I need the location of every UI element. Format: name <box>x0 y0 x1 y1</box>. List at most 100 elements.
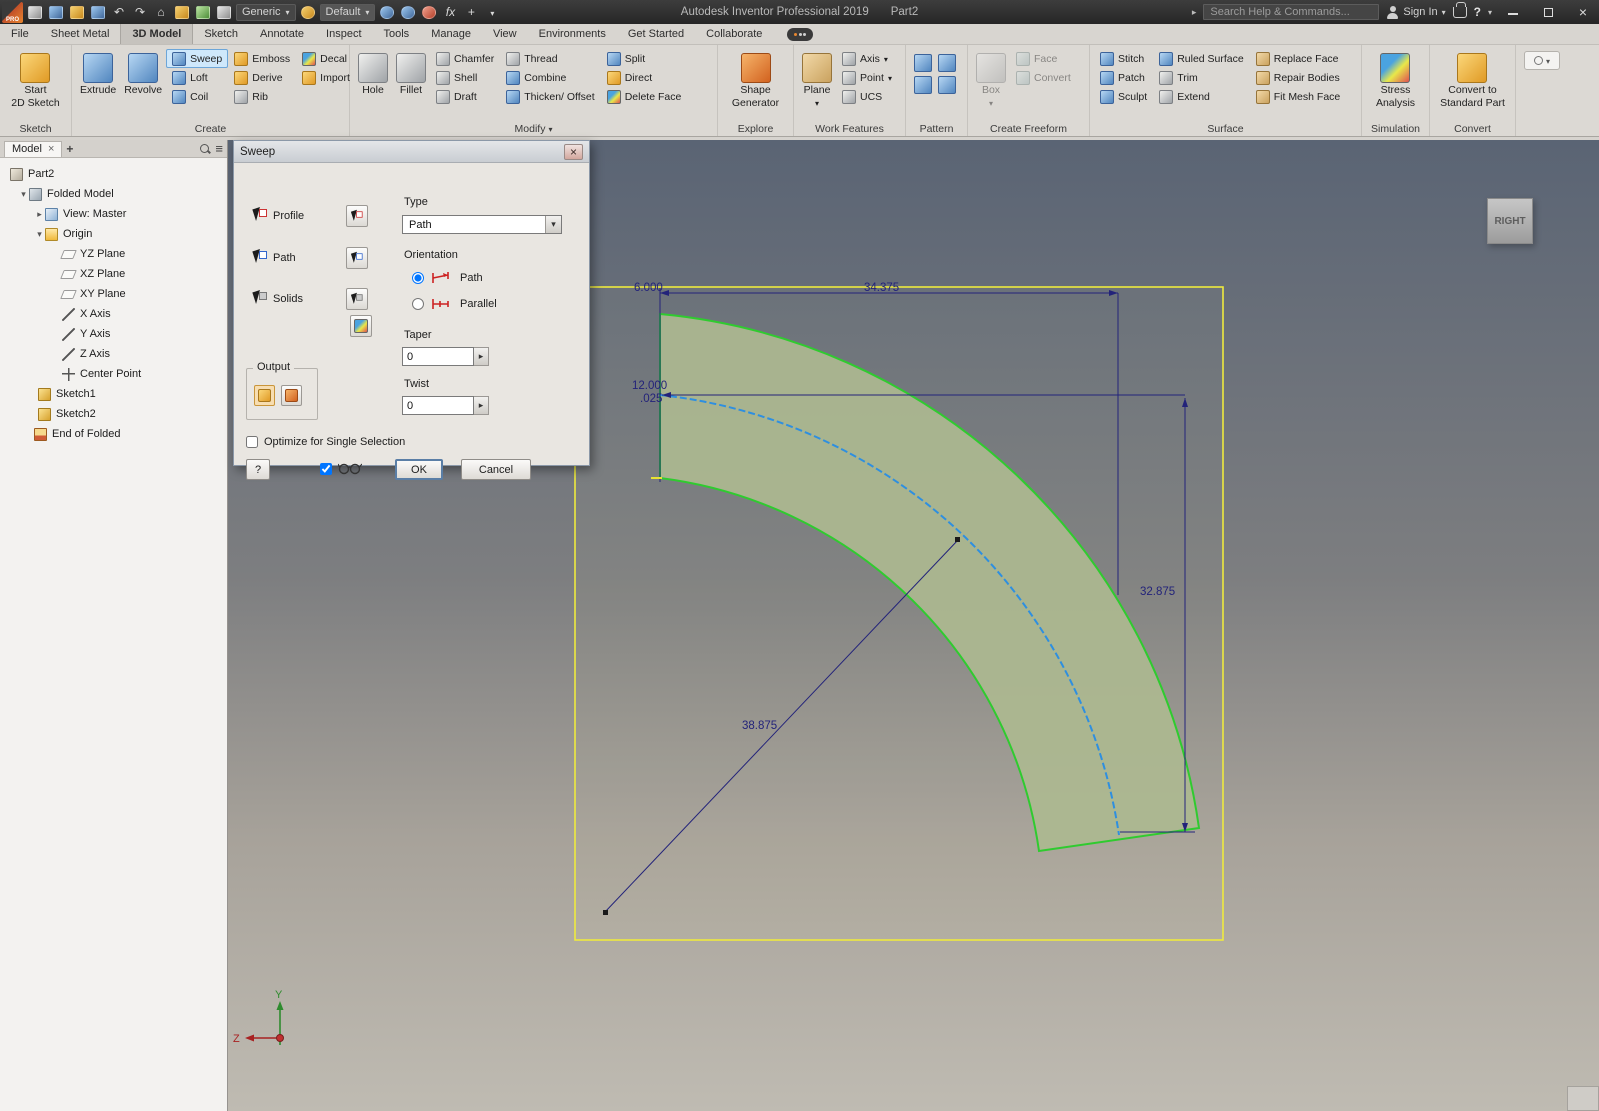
extend-button[interactable]: Extend <box>1153 87 1250 106</box>
tab-tools[interactable]: Tools <box>373 24 421 44</box>
combine-button[interactable]: Combine <box>500 68 600 87</box>
delete-face-button[interactable]: Delete Face <box>601 87 688 106</box>
output-surface-button[interactable] <box>281 385 302 406</box>
viewcube[interactable]: RIGHT <box>1487 198 1533 244</box>
orientation-path-radio[interactable]: Path <box>412 271 483 285</box>
taper-spinner-icon[interactable] <box>474 347 489 366</box>
thicken-offset-button[interactable]: Thicken/ Offset <box>500 87 600 106</box>
browser-tab-model[interactable]: Model <box>4 140 63 157</box>
decal-button[interactable]: Decal <box>296 49 356 68</box>
ruled-surface-button[interactable]: Ruled Surface <box>1153 49 1250 68</box>
browser-search-icon[interactable] <box>199 143 211 155</box>
sweep-button[interactable]: Sweep <box>166 49 229 68</box>
help-icon[interactable] <box>1474 5 1481 19</box>
sketch-driven-pattern-icon[interactable] <box>938 76 956 94</box>
help-caret-icon[interactable] <box>1488 6 1492 18</box>
tab-annotate[interactable]: Annotate <box>249 24 315 44</box>
direct-button[interactable]: Direct <box>601 68 688 87</box>
ribbon-options-button[interactable] <box>1524 51 1560 70</box>
path-select-button[interactable]: Path <box>248 245 301 270</box>
dim-offset[interactable]: 12.000 <box>632 380 667 392</box>
sweep-dialog-close-button[interactable] <box>564 143 583 160</box>
panel-modify-caret-icon[interactable] <box>548 123 552 135</box>
minimize-button[interactable] <box>1499 2 1527 22</box>
expand-chevron-icon[interactable] <box>18 189 29 200</box>
appearance-ball-icon[interactable] <box>299 3 317 21</box>
type-dropdown-caret-icon[interactable] <box>545 216 561 233</box>
radius-midpoint-marker[interactable] <box>955 537 960 542</box>
tree-item-origin[interactable]: Origin <box>0 224 227 244</box>
app-menu-icon[interactable] <box>26 3 44 21</box>
stitch-button[interactable]: Stitch <box>1094 49 1153 68</box>
sketch-shortcut-icon[interactable] <box>173 3 191 21</box>
tree-item-y-axis[interactable]: Y Axis <box>0 324 227 344</box>
dim-top-span[interactable]: 34.375 <box>864 282 899 294</box>
orientation-parallel-input[interactable] <box>412 298 424 310</box>
dim-offset2[interactable]: .025 <box>640 393 662 405</box>
thread-button[interactable]: Thread <box>500 49 600 68</box>
preview-checkbox[interactable] <box>320 462 332 475</box>
tree-item-end-of-folded[interactable]: End of Folded <box>0 424 227 444</box>
save-icon[interactable] <box>89 3 107 21</box>
tree-item-sketch1[interactable]: Sketch1 <box>0 384 227 404</box>
open-icon[interactable] <box>68 3 86 21</box>
preview-toggle-button[interactable] <box>350 315 372 337</box>
freeform-face-button[interactable]: Face <box>1010 49 1077 68</box>
solids-selector-button[interactable] <box>346 288 368 310</box>
tab-get-started[interactable]: Get Started <box>617 24 695 44</box>
collapse-chevron-icon[interactable] <box>34 209 45 220</box>
sign-in-button[interactable]: Sign In <box>1386 5 1445 19</box>
taper-input[interactable] <box>402 347 474 366</box>
tree-item-center-point[interactable]: Center Point <box>0 364 227 384</box>
tab-view[interactable]: View <box>482 24 528 44</box>
split-button[interactable]: Split <box>601 49 688 68</box>
tab-manage[interactable]: Manage <box>420 24 482 44</box>
tab-inspect[interactable]: Inspect <box>315 24 372 44</box>
ucs-button[interactable]: UCS <box>836 87 898 106</box>
error-icon[interactable] <box>420 3 438 21</box>
update-icon[interactable] <box>194 3 212 21</box>
twist-input[interactable] <box>402 396 474 415</box>
tree-item-part2[interactable]: Part2 <box>0 164 227 184</box>
fit-mesh-face-button[interactable]: Fit Mesh Face <box>1250 87 1347 106</box>
tree-item-folded-model[interactable]: Folded Model <box>0 184 227 204</box>
axis-button[interactable]: Axis <box>836 49 898 68</box>
tab-collaborate[interactable]: Collaborate <box>695 24 773 44</box>
tab-sketch[interactable]: Sketch <box>193 24 249 44</box>
coil-button[interactable]: Coil <box>166 87 228 106</box>
revolve-button[interactable]: Revolve <box>120 47 166 97</box>
dim-right-span[interactable]: 32.875 <box>1140 586 1175 598</box>
tree-item-yz-plane[interactable]: YZ Plane <box>0 244 227 264</box>
tree-item-xz-plane[interactable]: XZ Plane <box>0 264 227 284</box>
optimize-checkbox-row[interactable]: Optimize for Single Selection <box>246 436 405 448</box>
inventor-logo-icon[interactable]: PRO <box>2 1 23 23</box>
twist-spinner-icon[interactable] <box>474 396 489 415</box>
dim-profile-width[interactable]: 6.000 <box>634 282 663 294</box>
browser-tab-close-icon[interactable] <box>48 143 54 155</box>
undo-icon[interactable]: ↶ <box>110 3 128 21</box>
measure-icon[interactable] <box>399 3 417 21</box>
chamfer-button[interactable]: Chamfer <box>430 49 500 68</box>
preview-checkbox-row[interactable] <box>320 462 362 475</box>
help-search-input[interactable] <box>1203 4 1380 20</box>
qat-customize-caret-icon[interactable] <box>483 3 501 21</box>
app-store-icon[interactable] <box>1452 1 1467 18</box>
optimize-checkbox[interactable] <box>246 436 258 448</box>
tree-item-sketch2[interactable]: Sketch2 <box>0 404 227 424</box>
cancel-button[interactable]: Cancel <box>461 459 531 480</box>
tree-item-x-axis[interactable]: X Axis <box>0 304 227 324</box>
convert-to-standard-part-button[interactable]: Convert to Standard Part <box>1436 47 1509 110</box>
tab-environments[interactable]: Environments <box>528 24 617 44</box>
parameters-fx-icon[interactable]: fx <box>441 3 459 21</box>
output-solid-button[interactable] <box>254 385 275 406</box>
shell-button[interactable]: Shell <box>430 68 500 87</box>
browser-add-tab-icon[interactable] <box>66 142 73 156</box>
redo-icon[interactable]: ↷ <box>131 3 149 21</box>
help-button[interactable]: ? <box>246 459 270 480</box>
replace-face-button[interactable]: Replace Face <box>1250 49 1347 68</box>
rib-button[interactable]: Rib <box>228 87 296 106</box>
sculpt-button[interactable]: Sculpt <box>1094 87 1153 106</box>
shape-generator-button[interactable]: Shape Generator <box>728 47 783 110</box>
material-dropdown[interactable]: Generic <box>236 3 296 21</box>
repair-bodies-button[interactable]: Repair Bodies <box>1250 68 1347 87</box>
